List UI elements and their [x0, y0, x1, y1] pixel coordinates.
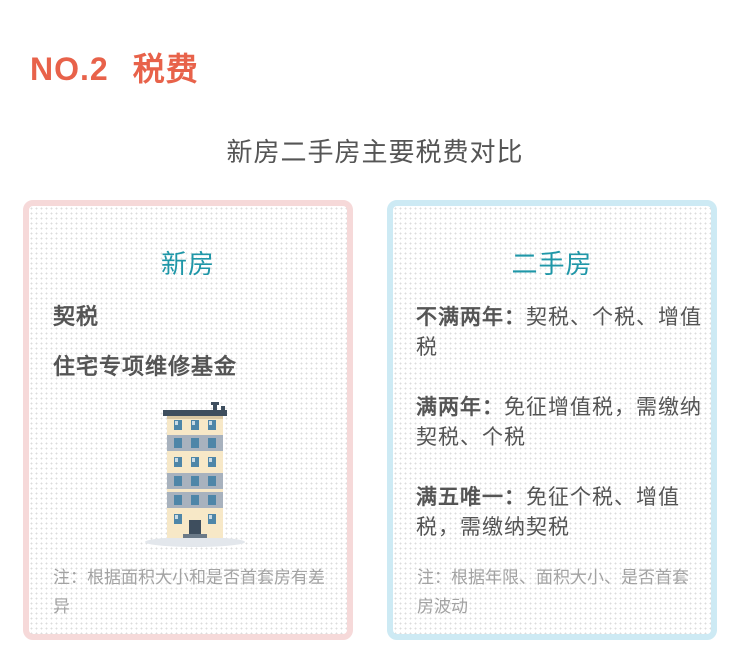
second-hand-note: 注：根据年限、面积大小、是否首套房波动 [417, 568, 689, 617]
section-heading: NO.2 税费 [30, 44, 199, 90]
new-house-note: 注：根据面积大小和是否首套房有差异 [53, 568, 325, 617]
rule-lead: 满两年： [416, 395, 504, 419]
second-hand-rule: 满五唯一：免征个税、增值税，需缴纳契税 [416, 482, 704, 542]
apartment-building-icon [145, 402, 245, 547]
new-house-title: 新房 [160, 250, 215, 280]
new-house-card: 新房 契税 住宅专项维修基金 注：根据面积大小和是否首套房有差异 [23, 200, 353, 640]
section-title: 税费 [132, 50, 199, 88]
section-number: NO.2 [30, 51, 109, 87]
second-hand-card: 二手房 不满两年：契税、个税、增值税 满两年：免征增值税，需缴纳契税、个税 满五… [387, 200, 717, 640]
second-hand-title: 二手房 [511, 250, 593, 280]
rule-lead: 满五唯一： [416, 485, 526, 509]
rule-lead: 不满两年： [416, 305, 526, 329]
new-house-item: 契税 [53, 305, 100, 330]
second-hand-rule: 不满两年：契税、个税、增值税 [416, 302, 704, 362]
second-hand-rule: 满两年：免征增值税，需缴纳契税、个税 [416, 392, 704, 452]
new-house-item: 住宅专项维修基金 [53, 355, 238, 380]
page-subtitle: 新房二手房主要税费对比 [226, 138, 524, 168]
